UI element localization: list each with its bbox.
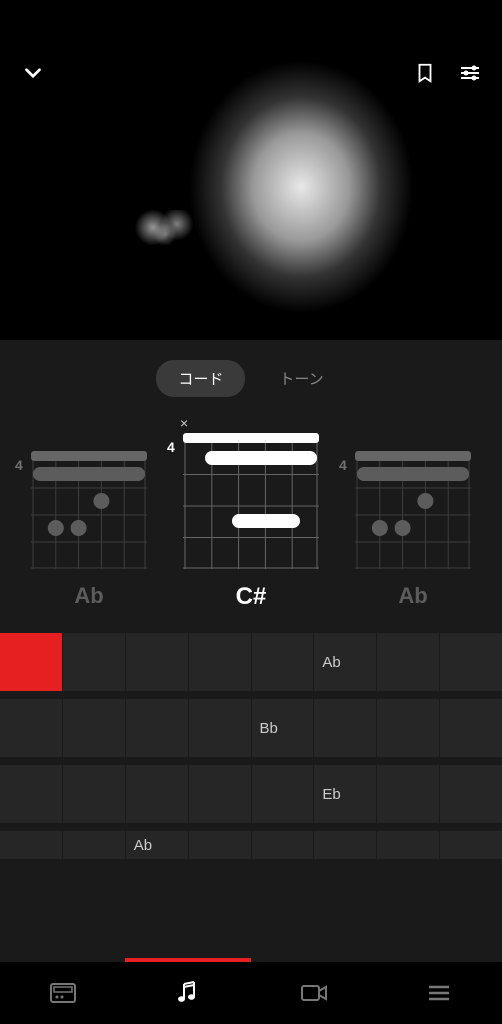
progress-cell[interactable]: Bb [252, 699, 315, 757]
progress-cell[interactable] [63, 765, 126, 823]
fretboard-grid [355, 461, 471, 569]
fretboard-grid [31, 461, 147, 569]
fretboard-grid [183, 443, 319, 569]
progress-cell[interactable] [189, 633, 252, 691]
progress-cell[interactable] [0, 699, 63, 757]
progress-cell[interactable] [126, 699, 189, 757]
progress-cell[interactable] [440, 831, 502, 859]
progress-cell[interactable] [377, 765, 440, 823]
chord-progress-grid[interactable]: Ab Bb Eb Ab [0, 633, 502, 859]
progress-cell[interactable]: Eb [314, 765, 377, 823]
tab-tone[interactable]: トーン [257, 360, 345, 397]
nav-amp[interactable] [0, 962, 126, 1024]
tab-chord[interactable]: コード [156, 360, 245, 397]
mute-mark: × [180, 415, 188, 431]
fret-number: 4 [167, 439, 175, 455]
progress-cell[interactable] [252, 633, 315, 691]
chord-diagrams-strip: 4 [0, 421, 502, 611]
music-note-icon [176, 980, 200, 1006]
chord-next[interactable]: 4 [332, 421, 494, 611]
fret-number: 4 [15, 457, 23, 473]
progress-cell[interactable] [440, 699, 502, 757]
progress-cell[interactable] [440, 633, 502, 691]
progress-cell[interactable] [377, 831, 440, 859]
progress-row[interactable]: Ab [0, 633, 502, 691]
progress-cell[interactable] [0, 633, 63, 691]
progress-cell[interactable] [377, 633, 440, 691]
progress-cell[interactable] [189, 765, 252, 823]
progress-cell[interactable] [63, 633, 126, 691]
progress-cell[interactable] [252, 831, 315, 859]
progress-cell[interactable] [126, 765, 189, 823]
top-controls [0, 60, 502, 91]
bookmark-button[interactable] [414, 62, 436, 89]
progress-cell[interactable] [189, 699, 252, 757]
progress-row[interactable]: Ab [0, 831, 502, 859]
bookmark-icon [414, 62, 436, 84]
video-thumbnail [0, 0, 502, 340]
progress-cell[interactable] [63, 831, 126, 859]
progress-row[interactable]: Bb [0, 699, 502, 757]
nav-video[interactable] [251, 962, 377, 1024]
video-player[interactable] [0, 0, 502, 340]
chord-name-label: C# [236, 583, 267, 611]
collapse-button[interactable] [20, 60, 46, 91]
chord-current[interactable]: × 4 [170, 421, 332, 611]
progress-cell[interactable] [0, 831, 63, 859]
fret-number: 4 [339, 457, 347, 473]
nav-menu[interactable] [377, 962, 502, 1024]
progress-cell[interactable]: Ab [126, 831, 189, 859]
progress-cell[interactable] [440, 765, 502, 823]
chord-name-label: Ab [74, 583, 103, 609]
progress-cell[interactable]: Ab [314, 633, 377, 691]
progress-cell[interactable] [63, 699, 126, 757]
chevron-down-icon [20, 60, 46, 86]
progress-cell[interactable] [377, 699, 440, 757]
progress-cell[interactable] [252, 765, 315, 823]
amp-icon [49, 982, 77, 1004]
nav-music[interactable] [126, 962, 252, 1024]
progress-row[interactable]: Eb [0, 765, 502, 823]
mode-tabs: コード トーン [0, 340, 502, 421]
progress-cell[interactable] [314, 699, 377, 757]
chord-name-label: Ab [398, 583, 427, 609]
bottom-nav [0, 962, 502, 1024]
progress-cell[interactable] [189, 831, 252, 859]
menu-icon [427, 983, 451, 1003]
video-icon [300, 983, 328, 1003]
progress-cell[interactable] [314, 831, 377, 859]
chord-prev[interactable]: 4 [8, 421, 170, 611]
progress-cell[interactable] [0, 765, 63, 823]
progress-cell[interactable] [126, 633, 189, 691]
sliders-icon [458, 61, 482, 85]
settings-button[interactable] [458, 61, 482, 90]
